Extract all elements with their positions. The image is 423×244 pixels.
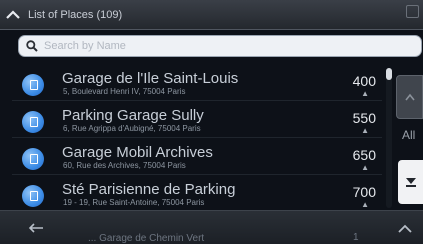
direction-arrow-icon: ▲ <box>361 163 369 172</box>
place-distance: 700 <box>352 184 376 200</box>
show-all-button[interactable]: All <box>402 128 415 142</box>
scrollbar-thumb[interactable] <box>386 68 392 80</box>
partial-list-item: ... Garage de Chemin Vert <box>88 233 205 244</box>
search-input[interactable] <box>44 40 404 52</box>
collapse-button[interactable] <box>0 0 26 30</box>
arrow-down-icon <box>405 178 416 187</box>
place-name: Garage de l'Ile Saint-Louis <box>62 70 239 87</box>
list-item[interactable]: Garage de l'Ile Saint-Louis 5, Boulevard… <box>12 64 382 101</box>
search-bar[interactable] <box>18 35 422 57</box>
scroll-up-button[interactable] <box>396 75 423 119</box>
chevron-up-icon <box>398 224 412 233</box>
place-name: Parking Garage Sully <box>62 107 204 124</box>
list-item[interactable]: Sté Parisienne de Parking 19 - 19, Rue S… <box>12 175 382 210</box>
page-title: List of Places (109) <box>28 8 123 21</box>
arrow-up-icon <box>404 93 415 101</box>
list-item[interactable]: Parking Garage Sully 6, Rue Agrippa d'Au… <box>12 101 382 138</box>
window-button[interactable] <box>406 5 419 18</box>
direction-arrow-icon: ▲ <box>361 200 369 209</box>
place-name: Garage Mobil Archives <box>62 144 213 161</box>
header-bar: List of Places (109) <box>0 0 423 30</box>
place-address: 6, Rue Agrippa d'Aubigné, 75004 Paris <box>63 124 201 133</box>
partial-item-distance: 1 <box>353 232 359 243</box>
parking-pin-icon <box>22 111 44 133</box>
list-item[interactable]: Garage Mobil Archives 60, Rue des Archiv… <box>12 138 382 175</box>
parking-pin-icon <box>22 185 44 207</box>
direction-arrow-icon: ▲ <box>361 89 369 98</box>
place-address: 5, Boulevard Henri IV, 75004 Paris <box>63 87 186 96</box>
place-distance: 650 <box>352 147 376 163</box>
direction-arrow-icon: ▲ <box>361 126 369 135</box>
search-icon <box>26 40 38 52</box>
parking-pin-icon <box>22 148 44 170</box>
place-address: 19 - 19, Rue Saint-Antoine, 75004 Paris <box>63 198 205 207</box>
more-button[interactable] <box>393 217 417 239</box>
collapse-up-icon <box>6 9 20 19</box>
scrollbar[interactable] <box>386 68 392 208</box>
back-button[interactable] <box>24 217 48 239</box>
bottom-bar: ... Garage de Chemin Vert 1 <box>0 210 423 244</box>
place-distance: 550 <box>352 110 376 126</box>
place-address: 60, Rue des Archives, 75004 Paris <box>63 161 186 170</box>
place-name: Sté Parisienne de Parking <box>62 181 236 198</box>
places-list-screen: List of Places (109) Garage de l'Ile Sai… <box>0 0 423 244</box>
scroll-down-button[interactable] <box>398 160 423 204</box>
places-list[interactable]: Garage de l'Ile Saint-Louis 5, Boulevard… <box>12 64 382 210</box>
parking-pin-icon <box>22 74 44 96</box>
place-distance: 400 <box>352 73 376 89</box>
back-arrow-icon <box>28 223 43 233</box>
